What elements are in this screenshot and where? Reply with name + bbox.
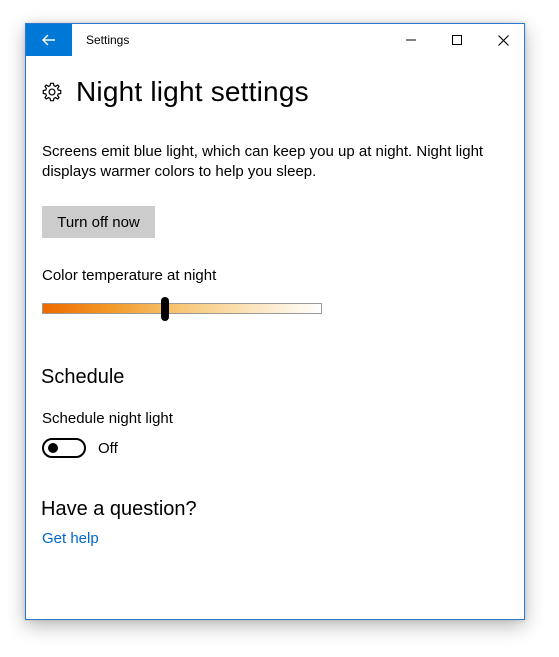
back-button[interactable] [26,24,72,56]
have-a-question-heading: Have a question? [41,498,197,520]
get-help-link[interactable]: Get help [42,530,99,547]
color-temperature-slider-track[interactable] [42,303,322,314]
close-icon [497,34,509,46]
schedule-night-light-toggle[interactable] [42,438,86,458]
schedule-heading: Schedule [41,366,125,388]
toggle-knob [48,443,58,453]
page-header: Night light settings [41,76,309,108]
maximize-button[interactable] [434,24,480,56]
page-title: Night light settings [76,76,309,107]
settings-window: Settings Night light settings Screens em… [25,23,525,620]
minimize-icon [406,39,416,41]
color-temperature-slider-thumb[interactable] [161,297,170,321]
maximize-icon [452,35,462,45]
minimize-button[interactable] [388,24,434,56]
description-text: Screens emit blue light, which can keep … [42,143,484,180]
turn-off-now-button[interactable]: Turn off now [42,206,155,238]
back-arrow-icon [42,34,55,46]
toggle-state-text: Off [98,440,118,457]
window-title: Settings [86,33,130,47]
gear-icon [42,82,62,102]
color-temperature-label: Color temperature at night [42,267,217,284]
close-button[interactable] [480,24,526,56]
schedule-night-light-label: Schedule night light [42,410,173,427]
title-bar: Settings [26,24,524,56]
